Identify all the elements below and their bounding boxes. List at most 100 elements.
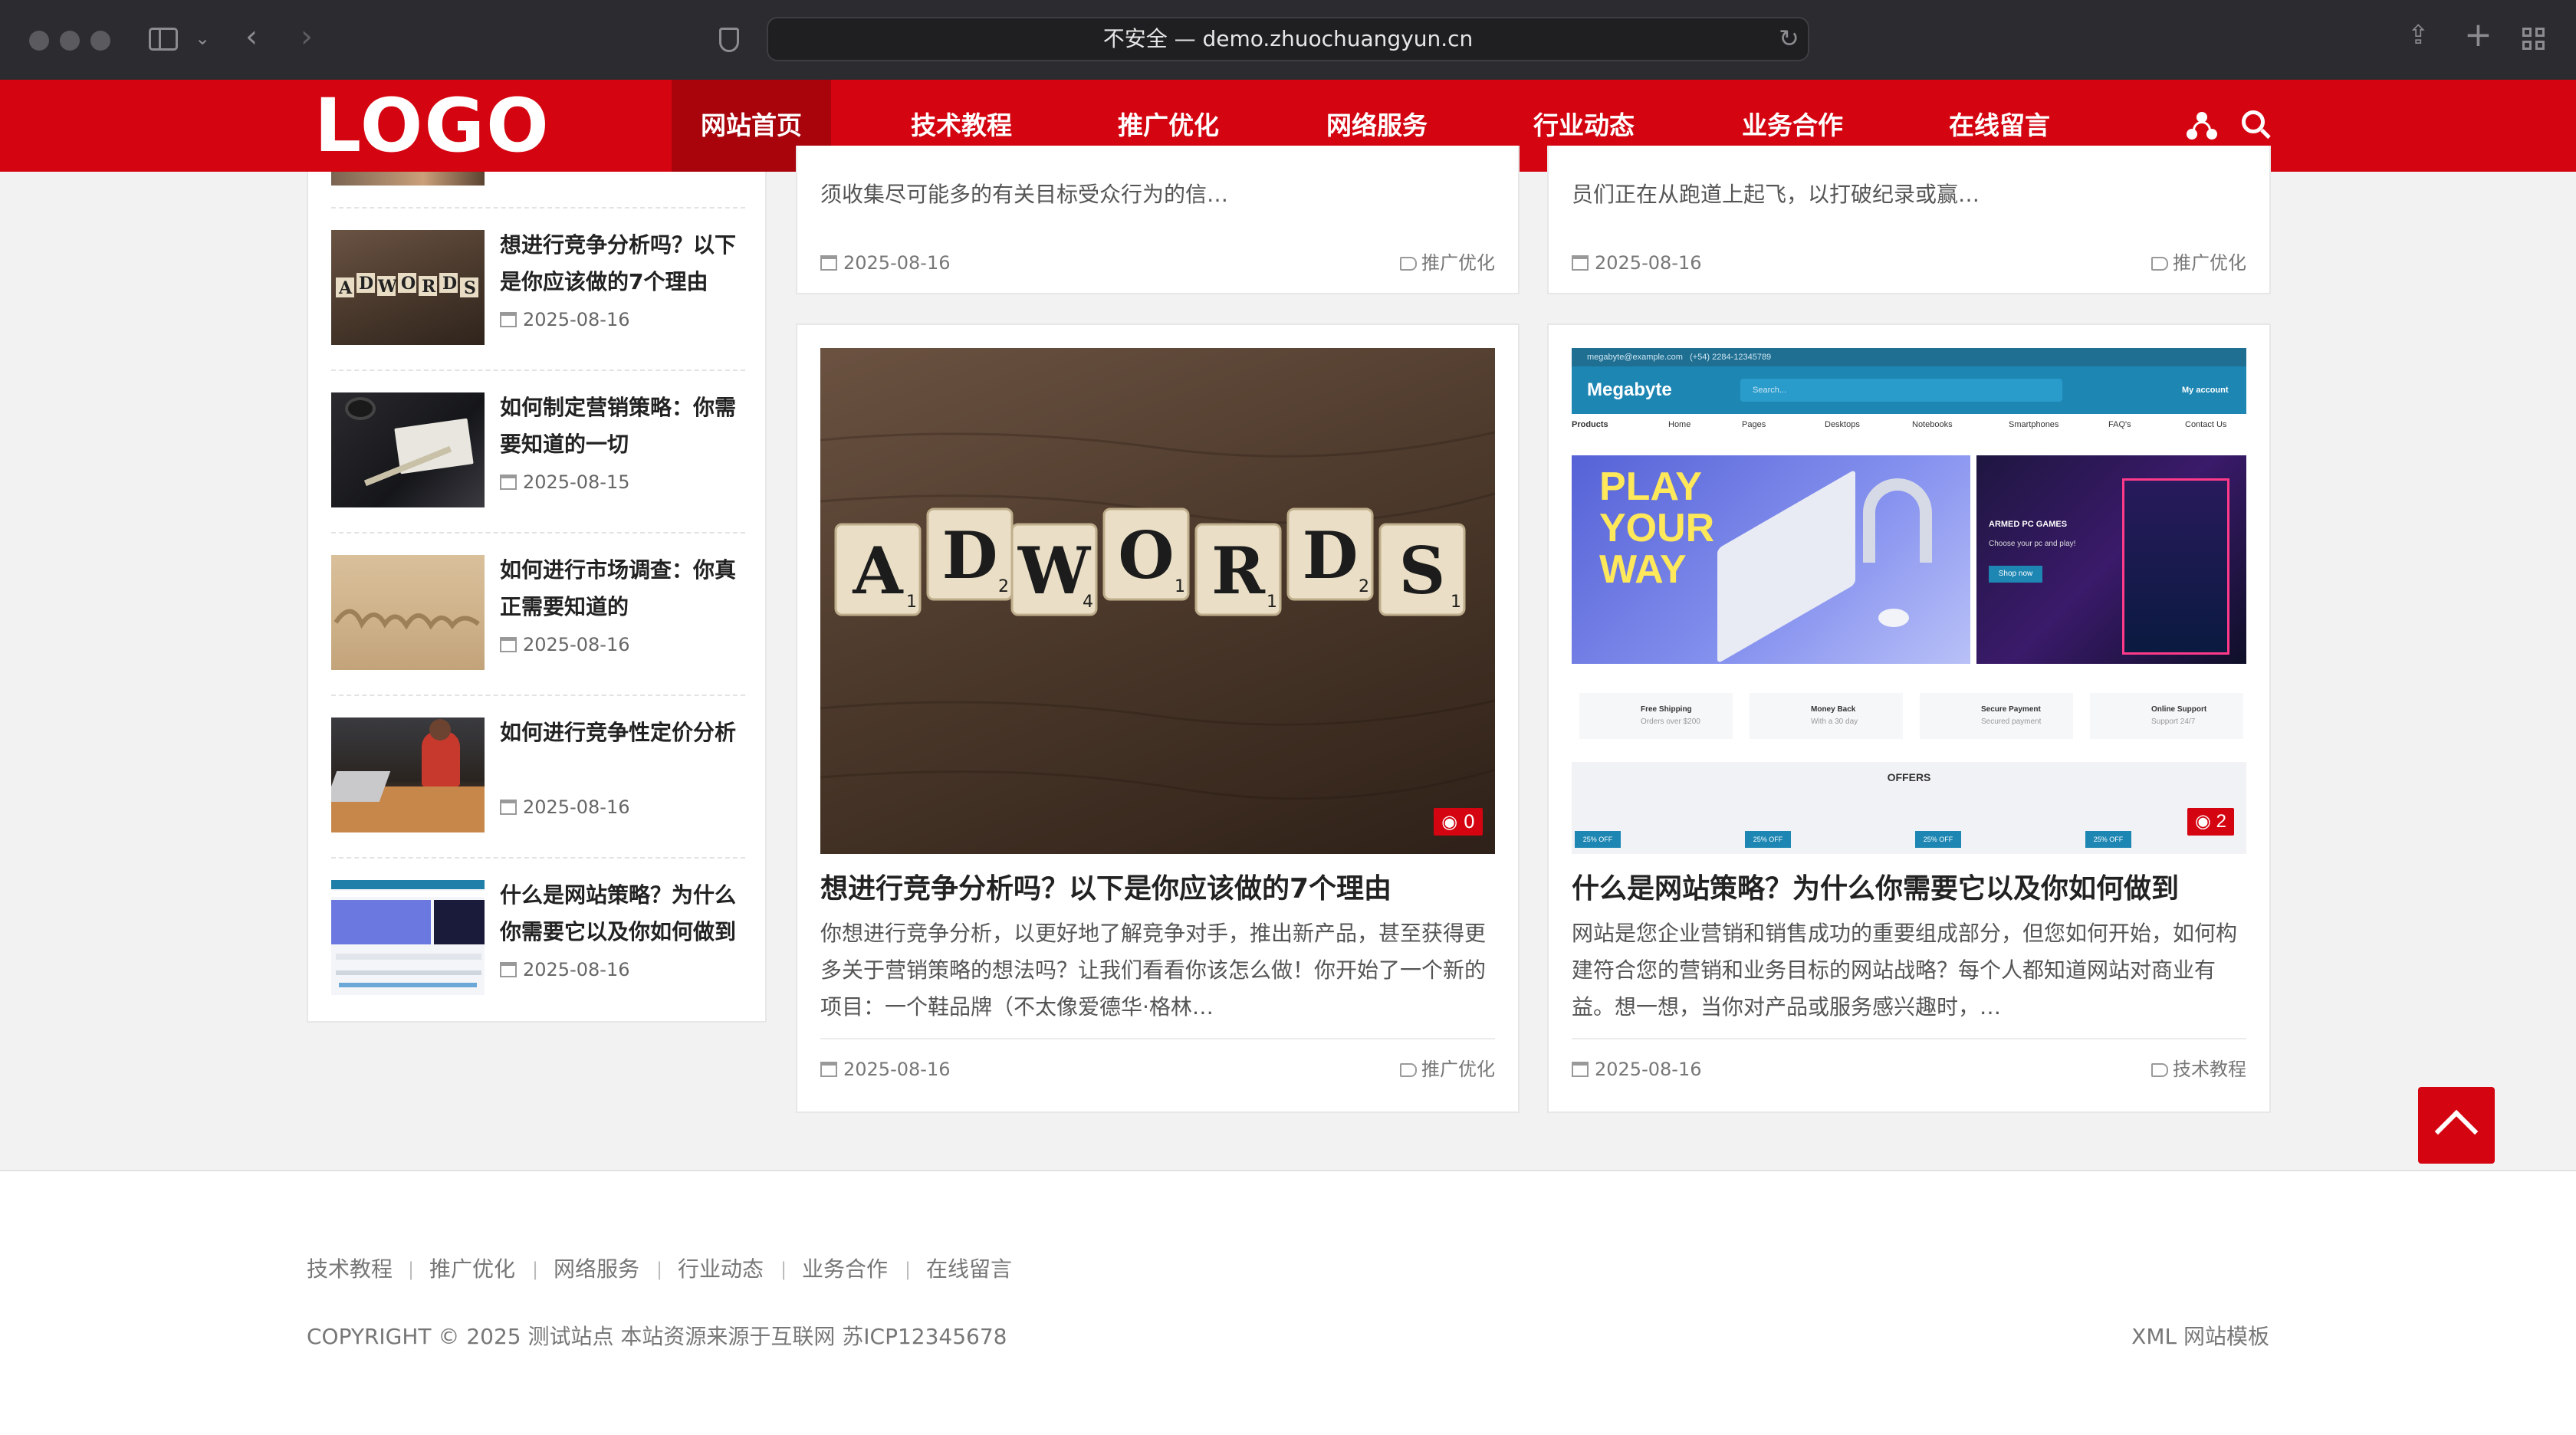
card-title[interactable]: 什么是网站策略？为什么你需要它以及你如何做到 [1572,871,2179,908]
mock-offers-title: OFFERS [1887,771,1931,783]
card-category[interactable]: 推广优化 [1400,1058,1495,1081]
footer-separator: | [780,1259,787,1280]
sidebar-toggle-icon[interactable] [149,28,178,51]
card-category[interactable]: 技术教程 [2151,1058,2246,1081]
letter-tiles: A 1D 2 W4O 1 R 1D 2 S 1 [834,507,1466,616]
close-window-button[interactable] [29,31,49,51]
mock-feature-sub: With a 30 day [1811,718,1858,726]
mock-search: Search... [1740,379,2062,402]
footer-link[interactable]: 行业动态 [678,1254,764,1285]
svg-text:D: D [359,274,373,294]
sidebar-article-list: A D W O R D S 想进行竞争分析吗？以下是你应该做的7个理由 2025… [307,172,767,1023]
sidebar-thumbnail[interactable] [331,880,485,995]
mock-menu-item: Desktops [1825,420,1860,429]
footer-link[interactable]: 推广优化 [429,1254,515,1285]
article-card[interactable]: megabyte@example.com (+54) 2284-12345789… [1547,323,2271,1113]
shield-icon [719,28,739,52]
sidebar-item-title[interactable]: 如何进行竞争性定价分析 [500,714,745,751]
zoom-window-button[interactable] [90,31,110,51]
tile-letter: W [1017,533,1092,609]
tile-score: 1 [1267,593,1277,612]
chevron-down-icon[interactable]: ⌄ [195,23,210,54]
card-footer: 2025-08-16 推广优化 [1572,233,2246,294]
card-excerpt: 须收集尽可能多的有关目标受众行为的信… [820,182,1229,207]
card-date-text: 2025-08-16 [1595,252,1702,274]
footer-link[interactable]: 在线留言 [926,1254,1012,1285]
minimize-window-button[interactable] [60,31,80,51]
sidebar-item-title[interactable]: 什么是网站策略？为什么你需要它以及你如何做到 [500,877,745,951]
article-card-partial[interactable]: 须收集尽可能多的有关目标受众行为的信… 2025-08-16 推广优化 [796,146,1520,294]
footer-link[interactable]: 网络服务 [554,1254,639,1285]
address-bar[interactable]: 不安全 — demo.zhuochuangyun.cn [767,17,1809,61]
sidebar-item-date: 2025-08-16 [500,308,629,331]
mock-menu-item: FAQ's [2108,420,2131,429]
card-title[interactable]: 想进行竞争分析吗？以下是你应该做的7个理由 [820,871,1392,908]
tag-icon [1400,257,1417,271]
mock-search-text: Search... [1753,386,1787,395]
card-category-text: 技术教程 [2173,1059,2246,1080]
tile-letter: O [1118,517,1174,593]
sidebar-thumbnail[interactable]: A D W O R D S [331,230,485,345]
calendar-icon [500,637,517,652]
mock-hero: PLAY YOUR WAY [1572,455,1970,664]
sidebar-item[interactable]: A D W O R D S 想进行竞争分析吗？以下是你应该做的7个理由 2025… [331,209,745,371]
mock-brand: Megabyte [1587,379,1672,400]
sidebar-item-title[interactable]: 如何进行市场调查：你真正需要知道的 [500,552,745,626]
card-category[interactable]: 推广优化 [1400,251,1495,274]
article-card[interactable]: A1D2W4O1R1D2S1 ◉ 0 想进行竞争分析吗？以下是你应该做的7个理由… [796,323,1520,1113]
mock-offer-badge: 25% OFF [1745,831,1791,848]
article-image[interactable]: A1D2W4O1R1D2S1 ◉ 0 [820,348,1495,854]
card-category[interactable]: 推广优化 [2151,251,2246,274]
sidebar-thumbnail[interactable] [331,718,485,832]
forward-icon[interactable]: › [301,21,313,52]
arrow-up-icon [2434,1109,2479,1154]
card-category-text: 推广优化 [1421,252,1495,274]
mock-phone: (+54) 2284-12345789 [1690,353,1772,362]
sidebar-item[interactable]: 如何进行市场调查：你真正需要知道的 2025-08-16 [331,534,745,696]
tag-icon [2151,257,2168,271]
search-icon[interactable] [2242,110,2272,141]
footer-separator: | [532,1259,539,1280]
reload-icon[interactable]: ↻ [1779,23,1799,54]
share-icon[interactable]: ⇪ [2407,20,2430,51]
mock-side-button: Shop now [1989,566,2042,583]
tile-letter: R [1211,533,1266,609]
article-image[interactable]: megabyte@example.com (+54) 2284-12345789… [1572,348,2246,854]
tab-overview-icon[interactable] [2522,28,2545,51]
view-count-badge: ◉ 0 [1434,808,1483,836]
user-icon[interactable] [2187,112,2217,140]
sidebar-item-date-text: 2025-08-16 [523,309,630,330]
tile-score: 4 [1083,593,1093,612]
mock-feature-title: Free Shipping [1641,705,1692,714]
mock-email: megabyte@example.com [1587,353,1683,362]
sidebar-thumbnail[interactable] [331,555,485,670]
sidebar-item-title[interactable]: 想进行竞争分析吗？以下是你应该做的7个理由 [500,227,745,300]
footer-link[interactable]: 技术教程 [307,1254,393,1285]
footer-right-link[interactable]: XML 网站模板 [2131,1322,2269,1352]
mock-features: Free Shipping Orders over $200 Money Back… [1572,685,2246,747]
site-logo[interactable]: LOGO [314,89,550,163]
back-icon[interactable]: ‹ [245,21,258,52]
card-footer: 2025-08-16 推广优化 [820,233,1495,294]
tag-icon [2151,1063,2168,1077]
sidebar-item-title[interactable]: 如何制定营销策略：你需要知道的一切 [500,389,745,463]
mock-feature-sub: Secured payment [1981,718,2042,726]
address-text: 不安全 — demo.zhuochuangyun.cn [1102,26,1474,51]
sidebar-thumbnail[interactable] [331,392,485,507]
back-to-top-button[interactable] [2418,1087,2495,1164]
new-tab-icon[interactable]: + [2464,18,2492,52]
calendar-icon [820,1062,837,1077]
mock-menu-item: Smartphones [2009,420,2059,429]
sidebar-item[interactable]: 什么是网站策略？为什么你需要它以及你如何做到 2025-08-16 [331,859,745,1021]
sidebar-item[interactable]: 如何进行竞争性定价分析 2025-08-16 [331,696,745,859]
article-card-partial[interactable]: 员们正在从跑道上起飞，以打破纪录或赢… 2025-08-16 推广优化 [1547,146,2271,294]
card-date-text: 2025-08-16 [843,1059,951,1080]
mock-offer-badge: 25% OFF [2085,831,2131,848]
sidebar-item-date-text: 2025-08-16 [523,634,630,655]
footer-link[interactable]: 业务合作 [802,1254,888,1285]
card-date-text: 2025-08-16 [843,252,951,274]
calendar-icon [1572,255,1589,271]
sidebar-thumbnail-partial[interactable] [331,172,485,186]
sidebar-item[interactable]: 如何制定营销策略：你需要知道的一切 2025-08-15 [331,371,745,534]
mock-menu-item: Notebooks [1912,420,1953,429]
